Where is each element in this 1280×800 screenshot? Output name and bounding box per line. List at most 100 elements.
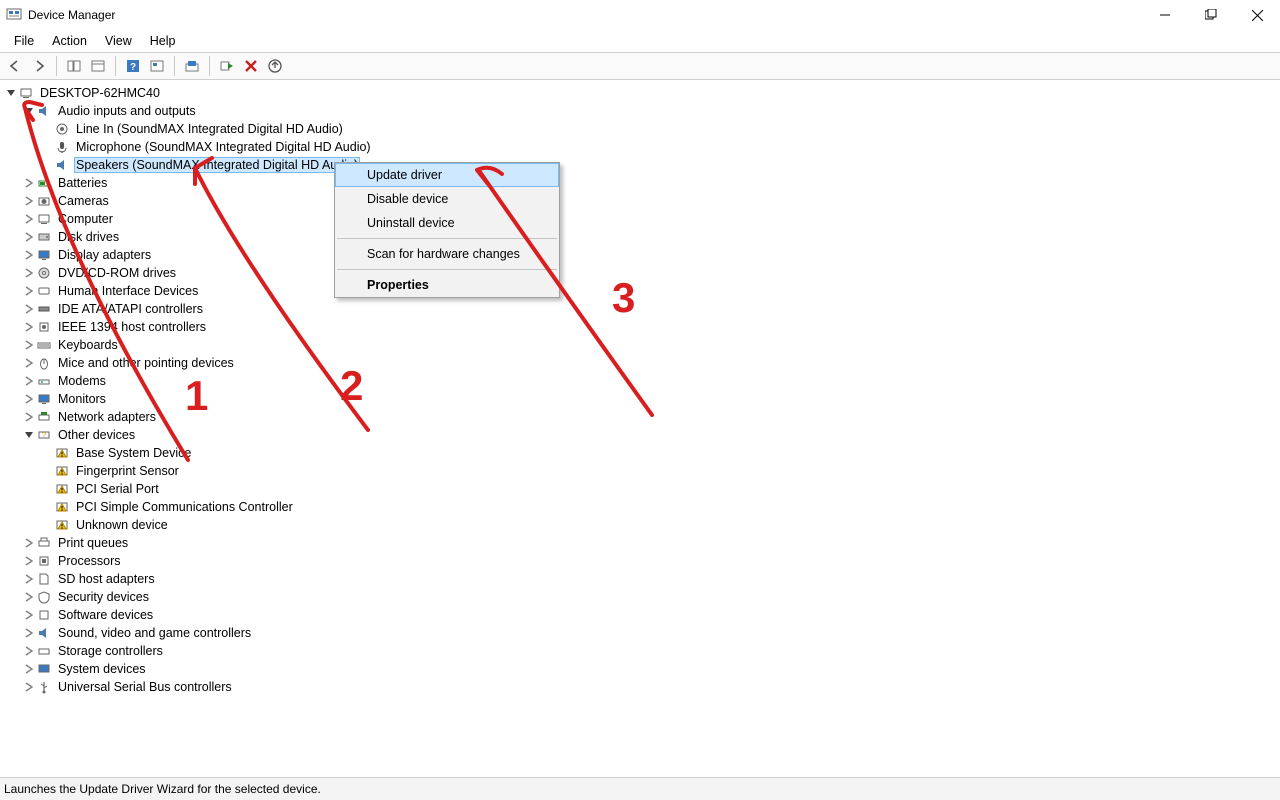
category-ide[interactable]: IDE ATA/ATAPI controllers [56, 302, 205, 316]
menu-uninstall-device[interactable]: Uninstall device [335, 211, 559, 235]
menu-scan-hardware[interactable]: Scan for hardware changes [335, 242, 559, 266]
category-modems[interactable]: Modems [56, 374, 108, 388]
category-monitors[interactable]: Monitors [56, 392, 108, 406]
device-pci-comm[interactable]: PCI Simple Communications Controller [74, 500, 295, 514]
chevron-down-icon[interactable] [22, 428, 36, 442]
printer-icon [36, 535, 52, 551]
sd-icon [36, 571, 52, 587]
category-hid[interactable]: Human Interface Devices [56, 284, 200, 298]
menu-separator [337, 269, 557, 270]
chevron-right-icon[interactable] [22, 590, 36, 604]
category-other[interactable]: Other devices [56, 428, 137, 442]
category-usb[interactable]: Universal Serial Bus controllers [56, 680, 234, 694]
ieee-icon [36, 319, 52, 335]
category-ieee[interactable]: IEEE 1394 host controllers [56, 320, 208, 334]
chevron-right-icon[interactable] [22, 554, 36, 568]
chevron-right-icon[interactable] [22, 608, 36, 622]
chevron-right-icon[interactable] [22, 572, 36, 586]
device-pci-serial[interactable]: PCI Serial Port [74, 482, 161, 496]
chevron-right-icon[interactable] [22, 176, 36, 190]
menu-help[interactable]: Help [142, 32, 184, 50]
camera-icon [36, 193, 52, 209]
app-icon [6, 7, 22, 23]
category-security[interactable]: Security devices [56, 590, 151, 604]
help-button[interactable]: ? [122, 55, 144, 77]
category-software[interactable]: Software devices [56, 608, 155, 622]
menu-update-driver[interactable]: Update driver [335, 163, 559, 187]
tree-root[interactable]: DESKTOP-62HMC40 [38, 86, 162, 100]
minimize-button[interactable] [1142, 0, 1188, 30]
device-speakers[interactable]: Speakers (SoundMAX Integrated Digital HD… [74, 157, 360, 173]
chevron-right-icon[interactable] [22, 320, 36, 334]
chevron-right-icon[interactable] [22, 284, 36, 298]
category-cameras[interactable]: Cameras [56, 194, 111, 208]
computer-icon [18, 85, 34, 101]
menu-disable-device[interactable]: Disable device [335, 187, 559, 211]
audio-icon [36, 103, 52, 119]
chevron-right-icon[interactable] [22, 392, 36, 406]
menu-view[interactable]: View [97, 32, 140, 50]
chevron-right-icon[interactable] [22, 248, 36, 262]
category-dvd[interactable]: DVD/CD-ROM drives [56, 266, 178, 280]
chevron-down-icon[interactable] [22, 104, 36, 118]
device-base-system[interactable]: Base System Device [74, 446, 193, 460]
dvd-icon [36, 265, 52, 281]
chevron-right-icon[interactable] [22, 662, 36, 676]
category-keyboards[interactable]: Keyboards [56, 338, 120, 352]
chevron-right-icon[interactable] [22, 626, 36, 640]
uninstall-button[interactable] [240, 55, 262, 77]
category-processors[interactable]: Processors [56, 554, 123, 568]
category-sd[interactable]: SD host adapters [56, 572, 157, 586]
menu-file[interactable]: File [6, 32, 42, 50]
category-disk[interactable]: Disk drives [56, 230, 121, 244]
back-button[interactable] [4, 55, 26, 77]
category-audio[interactable]: Audio inputs and outputs [56, 104, 198, 118]
category-display[interactable]: Display adapters [56, 248, 153, 262]
computer-icon [36, 211, 52, 227]
menu-properties[interactable]: Properties [335, 273, 559, 297]
warning-device-icon [54, 445, 70, 461]
category-sound[interactable]: Sound, video and game controllers [56, 626, 253, 640]
chevron-right-icon[interactable] [22, 374, 36, 388]
toolbar-button-2[interactable] [146, 55, 168, 77]
chevron-right-icon[interactable] [22, 356, 36, 370]
show-hide-tree-button[interactable] [63, 55, 85, 77]
device-line-in[interactable]: Line In (SoundMAX Integrated Digital HD … [74, 122, 345, 136]
maximize-button[interactable] [1188, 0, 1234, 30]
menu-action[interactable]: Action [44, 32, 95, 50]
chevron-right-icon[interactable] [22, 410, 36, 424]
chevron-right-icon[interactable] [22, 644, 36, 658]
category-storage[interactable]: Storage controllers [56, 644, 165, 658]
chevron-right-icon[interactable] [22, 266, 36, 280]
properties-button[interactable] [87, 55, 109, 77]
display-icon [36, 247, 52, 263]
category-mice[interactable]: Mice and other pointing devices [56, 356, 236, 370]
category-computer[interactable]: Computer [56, 212, 115, 226]
update-driver-button[interactable] [264, 55, 286, 77]
chevron-right-icon[interactable] [22, 302, 36, 316]
svg-text:?: ? [42, 432, 46, 439]
chevron-right-icon[interactable] [22, 230, 36, 244]
toolbar: ? [0, 52, 1280, 80]
chevron-down-icon[interactable] [4, 86, 18, 100]
category-print[interactable]: Print queues [56, 536, 130, 550]
close-button[interactable] [1234, 0, 1280, 30]
status-bar: Launches the Update Driver Wizard for th… [0, 778, 1280, 800]
other-icon: ? [36, 427, 52, 443]
device-tree[interactable]: DESKTOP-62HMC40 Audio inputs and outputs… [0, 80, 1280, 778]
chevron-right-icon[interactable] [22, 680, 36, 694]
category-batteries[interactable]: Batteries [56, 176, 109, 190]
chevron-right-icon[interactable] [22, 536, 36, 550]
chevron-right-icon[interactable] [22, 194, 36, 208]
enable-device-button[interactable] [216, 55, 238, 77]
modem-icon [36, 373, 52, 389]
device-fingerprint[interactable]: Fingerprint Sensor [74, 464, 181, 478]
device-unknown[interactable]: Unknown device [74, 518, 170, 532]
device-microphone[interactable]: Microphone (SoundMAX Integrated Digital … [74, 140, 373, 154]
chevron-right-icon[interactable] [22, 338, 36, 352]
category-network[interactable]: Network adapters [56, 410, 158, 424]
category-system[interactable]: System devices [56, 662, 148, 676]
chevron-right-icon[interactable] [22, 212, 36, 226]
forward-button[interactable] [28, 55, 50, 77]
scan-hardware-button[interactable] [181, 55, 203, 77]
